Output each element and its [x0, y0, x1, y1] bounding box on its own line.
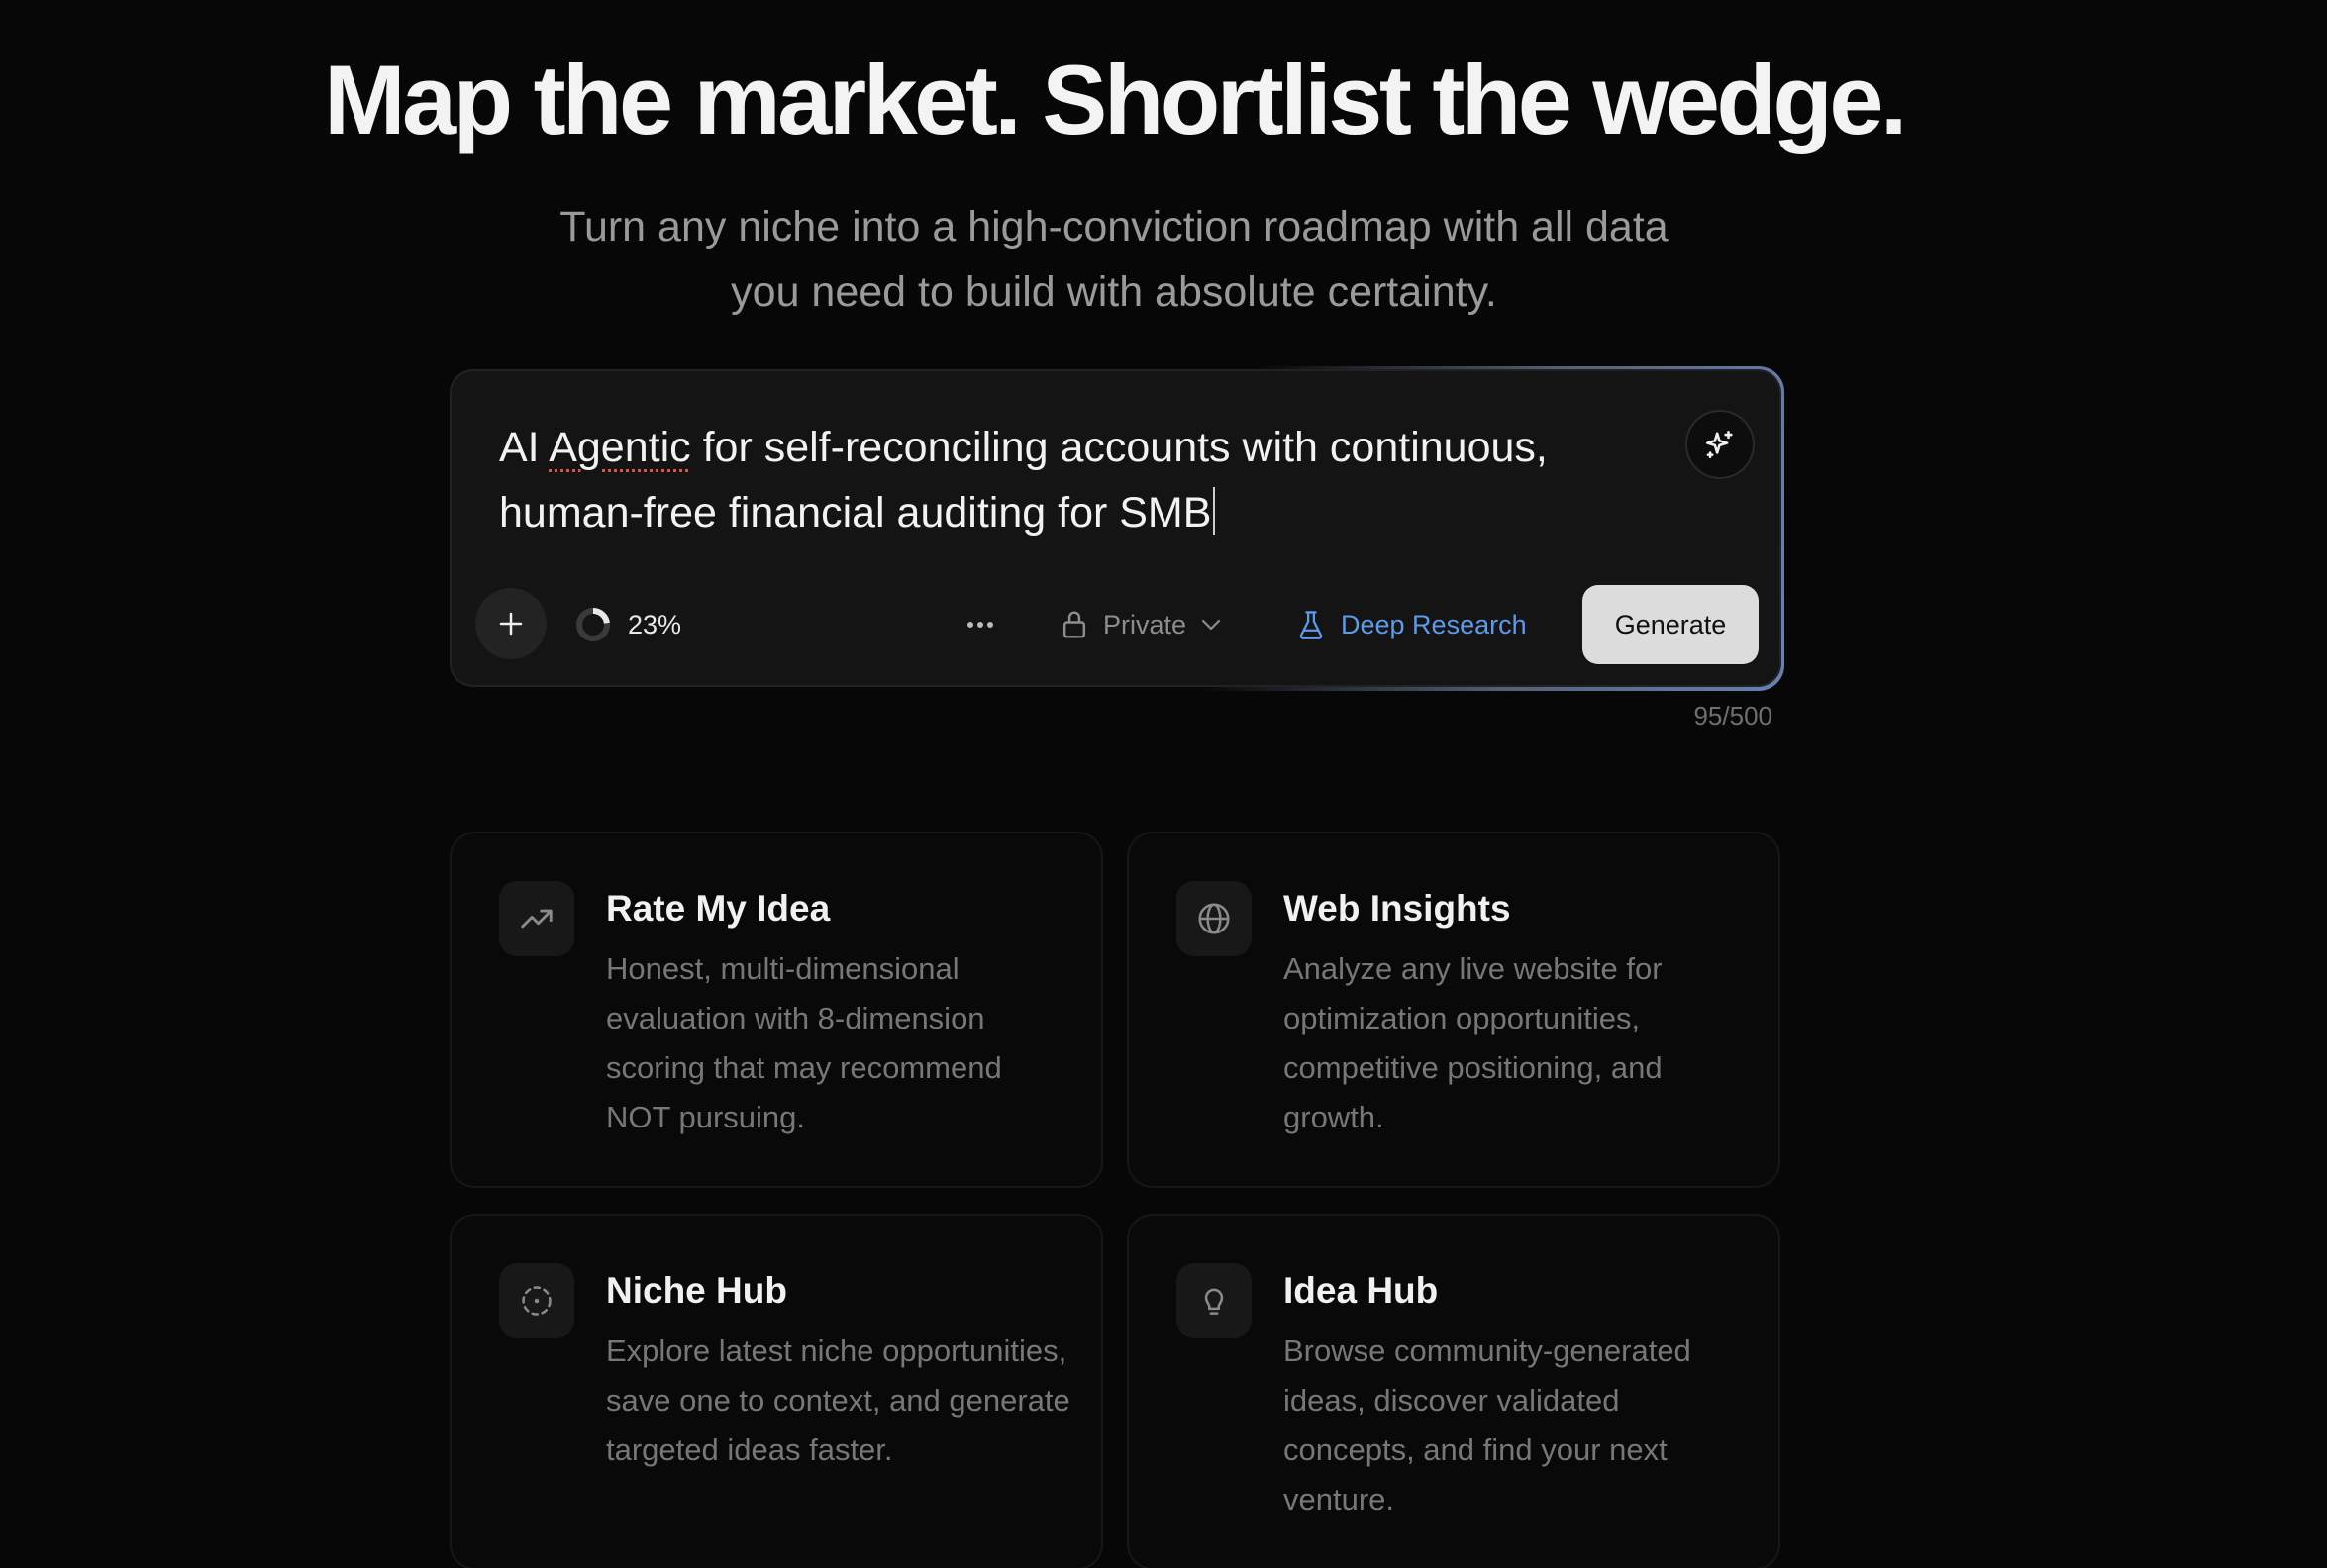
prompt-input[interactable]: AI Agentic for self-reconciling accounts… [499, 415, 1588, 545]
hero-subtitle: Turn any niche into a high-conviction ro… [559, 203, 1669, 316]
visibility-label: Private [1103, 609, 1187, 639]
dashed-circle-icon [522, 1286, 552, 1316]
enhance-prompt-button[interactable] [1685, 410, 1755, 479]
text-caret [1213, 487, 1216, 535]
card-title: Idea Hub [1283, 1270, 1439, 1311]
card-icon-box [1176, 1263, 1252, 1338]
plus-icon [499, 612, 523, 636]
ellipsis-icon [967, 622, 993, 628]
progress-ring-icon [576, 608, 610, 641]
flask-icon [1299, 611, 1323, 639]
page: Map the market. Shortlist the wedge. Tur… [0, 0, 2327, 1568]
character-count: 95/500 [1693, 701, 1772, 731]
card-niche-hub[interactable]: Niche Hub Explore latest niche opportuni… [450, 1214, 1103, 1568]
lightbulb-icon [1204, 1288, 1224, 1315]
prompt-text-start: AI [499, 424, 550, 471]
prompt-toolbar: 23% Private Deep Research Generate [475, 583, 1759, 664]
card-rate-my-idea[interactable]: Rate My Idea Honest, multi-dimensional e… [450, 832, 1103, 1188]
card-web-insights[interactable]: Web Insights Analyze any live website fo… [1127, 832, 1780, 1188]
card-description: Analyze any live website for optimizatio… [1283, 951, 1663, 1134]
chevron-down-icon [1201, 619, 1221, 631]
lock-icon [1062, 611, 1086, 638]
card-title: Rate My Idea [606, 888, 831, 929]
card-icon-box [1176, 881, 1252, 956]
trending-up-icon [521, 909, 553, 929]
card-idea-hub[interactable]: Idea Hub Browse community-generated idea… [1127, 1214, 1780, 1568]
card-description: Honest, multi-dimensional evaluation wit… [606, 951, 1002, 1134]
progress-percent: 23% [628, 610, 682, 639]
sparkles-icon [1705, 430, 1733, 459]
generate-button[interactable]: Generate [1582, 585, 1759, 664]
add-attachment-button[interactable] [475, 588, 547, 659]
globe-icon [1198, 903, 1230, 934]
deep-research-toggle[interactable]: Deep Research [1297, 599, 1527, 650]
card-description: Explore latest niche opportunities, save… [606, 1333, 1070, 1467]
card-icon-box [499, 881, 574, 956]
deep-research-label: Deep Research [1341, 609, 1527, 639]
card-description: Browse community-generated ideas, discov… [1283, 1333, 1691, 1517]
card-title: Niche Hub [606, 1270, 787, 1311]
card-title: Web Insights [1283, 888, 1511, 929]
more-options-button[interactable] [959, 603, 1002, 646]
hero-title: Map the market. Shortlist the wedge. [324, 45, 1907, 154]
visibility-select[interactable]: Private [1060, 599, 1222, 650]
prompt-box[interactable]: AI Agentic for self-reconciling accounts… [450, 369, 1781, 687]
card-icon-box [499, 1263, 574, 1338]
misspelled-word[interactable]: Agentic [549, 424, 690, 471]
